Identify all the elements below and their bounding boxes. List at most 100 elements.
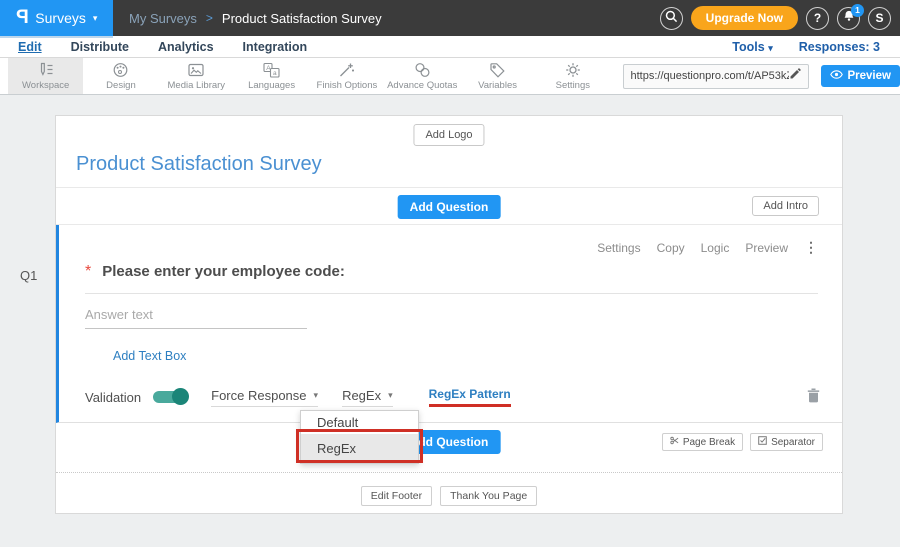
toolbar-item-label: Media Library — [168, 80, 226, 91]
search-button[interactable] — [660, 7, 683, 30]
nav-active-indicator — [0, 36, 113, 38]
toolbar-item-label: Variables — [478, 80, 517, 91]
toolbar-item-label: Languages — [248, 80, 295, 91]
question-logic-link[interactable]: Logic — [701, 241, 730, 255]
survey-nav: Edit Distribute Analytics Integration To… — [0, 36, 900, 58]
nav-tabs: Edit Distribute Analytics Integration — [18, 40, 307, 54]
question-text[interactable]: Please enter your employee code: — [102, 263, 345, 280]
notifications-button[interactable]: 1 — [837, 7, 860, 30]
svg-text:a: a — [273, 70, 277, 77]
header-actions: Upgrade Now ? 1 S — [660, 6, 891, 30]
toolbar-item-workspace[interactable]: Workspace — [8, 58, 83, 94]
palette-icon — [112, 62, 129, 78]
toggle-knob — [172, 388, 189, 405]
survey-panel: Add Logo Product Satisfaction Survey Add… — [55, 115, 843, 514]
toolbar-item-label: Advance Quotas — [387, 80, 457, 91]
search-icon — [665, 10, 678, 26]
validation-type-dropdown[interactable]: RegEx ▾ — [342, 388, 393, 407]
toolbar-item-settings[interactable]: Settings — [535, 58, 610, 94]
nav-right: Tools ▾ Responses: 3 — [732, 40, 880, 54]
question-text-underline — [85, 293, 818, 294]
validation-label: Validation — [85, 390, 141, 405]
add-question-button-top[interactable]: Add Question — [398, 195, 501, 219]
survey-editor-canvas: Q1 Add Logo Product Satisfaction Survey … — [0, 95, 900, 547]
question-text-row: * Please enter your employee code: — [85, 263, 345, 280]
regex-pattern-link[interactable]: RegEx Pattern — [429, 387, 511, 407]
chevron-down-icon: ▾ — [93, 13, 98, 24]
toolbar-item-label: Design — [106, 80, 136, 91]
force-response-dropdown[interactable]: Force Response ▾ — [211, 388, 318, 407]
avatar-initial: S — [875, 11, 883, 25]
help-button[interactable]: ? — [806, 7, 829, 30]
add-question-bar: Add Question Add Intro — [56, 188, 842, 225]
survey-footer-section: Edit Footer Thank You Page — [56, 473, 842, 513]
add-logo-button[interactable]: Add Logo — [413, 124, 484, 146]
translate-icon: Aa — [263, 62, 280, 78]
responses-count[interactable]: Responses: 3 — [799, 40, 880, 54]
toolbar-item-finish-options[interactable]: Finish Options — [309, 58, 384, 94]
delete-question-trash-icon[interactable] — [807, 388, 820, 406]
tab-integration[interactable]: Integration — [243, 40, 308, 54]
survey-header-section: Add Logo Product Satisfaction Survey — [56, 116, 842, 188]
toolbar-item-design[interactable]: Design — [83, 58, 158, 94]
app-menu-label: Surveys — [35, 10, 86, 26]
notification-badge: 1 — [851, 4, 864, 17]
edit-footer-button[interactable]: Edit Footer — [361, 486, 432, 506]
gear-icon — [565, 62, 581, 78]
toolbar-item-advance-quotas[interactable]: Advance Quotas — [385, 58, 460, 94]
top-header: P Surveys ▾ My Surveys > Product Satisfa… — [0, 0, 900, 36]
survey-url-field[interactable]: https://questionpro.com/t/AP53kZgUI — [623, 64, 809, 89]
more-options-icon[interactable]: ⋮ — [804, 239, 818, 256]
validation-row: Validation Force Response ▾ RegEx ▾ RegE… — [85, 387, 820, 407]
toolbar-item-variables[interactable]: Variables — [460, 58, 535, 94]
answer-input-underline — [85, 328, 307, 329]
tools-menu[interactable]: Tools ▾ — [732, 40, 772, 54]
add-intro-button[interactable]: Add Intro — [752, 196, 819, 216]
after-question-bar: Add Question Page Break Separator — [56, 423, 842, 473]
survey-url-text: https://questionpro.com/t/AP53kZgUI — [631, 70, 789, 82]
tab-analytics[interactable]: Analytics — [158, 40, 214, 54]
chain-links-icon — [414, 62, 431, 78]
eye-icon — [830, 70, 843, 82]
question-block: Settings Copy Logic Preview ⋮ * Please e… — [56, 225, 842, 423]
image-icon — [187, 62, 205, 78]
question-actions: Settings Copy Logic Preview ⋮ — [597, 239, 818, 256]
avatar[interactable]: S — [868, 7, 891, 30]
tab-edit[interactable]: Edit — [18, 40, 42, 54]
magic-wand-icon — [338, 62, 355, 78]
add-text-box-link[interactable]: Add Text Box — [113, 349, 186, 363]
tab-distribute[interactable]: Distribute — [71, 40, 129, 54]
validation-toggle[interactable] — [153, 391, 187, 403]
preview-button[interactable]: Preview — [821, 65, 900, 87]
question-mark-icon: ? — [814, 11, 821, 25]
toolbar-item-label: Finish Options — [317, 80, 378, 91]
checkbox-icon — [758, 436, 767, 448]
validation-type-menu: Default RegEx — [300, 410, 419, 464]
question-preview-link[interactable]: Preview — [745, 241, 788, 255]
page-controls: Page Break Separator — [662, 433, 823, 451]
workspace-icon — [37, 62, 54, 78]
breadcrumb-my-surveys[interactable]: My Surveys — [129, 11, 197, 26]
answer-text-input[interactable]: Answer text — [85, 307, 153, 322]
edit-url-pencil-icon[interactable] — [789, 67, 801, 85]
survey-title[interactable]: Product Satisfaction Survey — [76, 153, 322, 176]
upgrade-now-button[interactable]: Upgrade Now — [691, 6, 798, 30]
app-menu[interactable]: P Surveys ▾ — [0, 0, 113, 36]
question-number: Q1 — [20, 268, 37, 283]
menu-item-regex[interactable]: RegEx — [301, 434, 418, 463]
separator-button[interactable]: Separator — [750, 433, 823, 451]
question-copy-link[interactable]: Copy — [657, 241, 685, 255]
menu-item-default[interactable]: Default — [301, 411, 418, 434]
editor-toolbar: Workspace Design Media Library Aa Langua… — [0, 58, 900, 95]
breadcrumb-separator: > — [206, 11, 213, 25]
required-asterisk-icon: * — [85, 267, 91, 277]
questionpro-logo-icon: P — [16, 7, 29, 29]
scissors-icon — [670, 436, 679, 448]
question-settings-link[interactable]: Settings — [597, 241, 640, 255]
toolbar-item-label: Settings — [556, 80, 590, 91]
page-break-button[interactable]: Page Break — [662, 433, 743, 451]
toolbar-item-languages[interactable]: Aa Languages — [234, 58, 309, 94]
toolbar-item-media-library[interactable]: Media Library — [159, 58, 234, 94]
thank-you-page-button[interactable]: Thank You Page — [440, 486, 537, 506]
tag-icon — [489, 62, 506, 78]
